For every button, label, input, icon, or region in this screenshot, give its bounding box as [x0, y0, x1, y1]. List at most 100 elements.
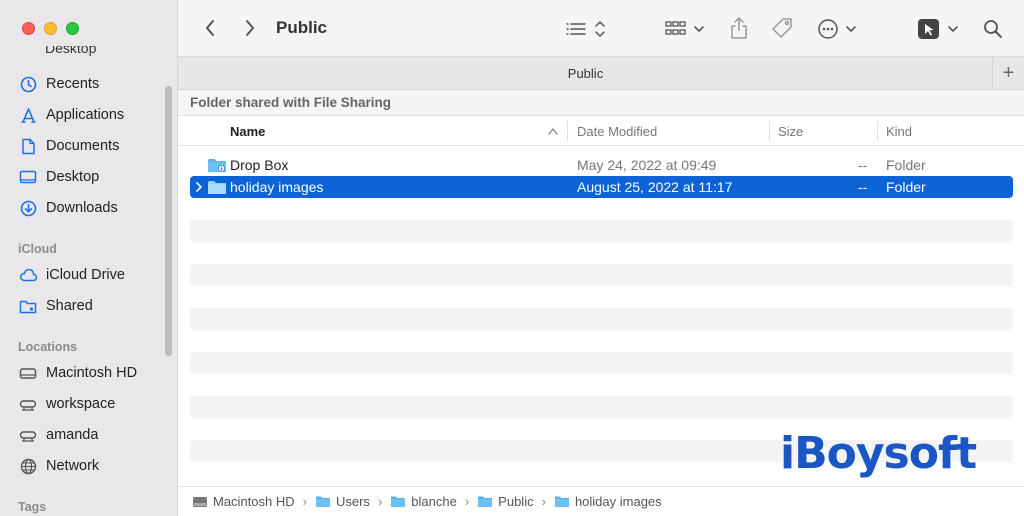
sidebar-item-label: Documents [46, 138, 120, 154]
close-window-button[interactable] [22, 22, 35, 35]
folder-icon [554, 496, 569, 507]
column-header-size[interactable]: Size [778, 124, 803, 139]
desktop-icon [18, 167, 38, 187]
sidebar-item-label: amanda [46, 427, 99, 443]
folder-icon [208, 181, 226, 194]
forward-button[interactable] [238, 16, 262, 40]
sidebar-item-macintosh-hd[interactable]: Macintosh HD [18, 360, 168, 386]
new-tab-button[interactable]: + [992, 57, 1024, 90]
breadcrumb-label: Users [335, 494, 370, 509]
sidebar-item-shared[interactable]: Shared [18, 293, 168, 319]
file-size: -- [858, 179, 868, 195]
table-row[interactable]: Drop Box May 24, 2022 at 09:49 -- Folder [190, 154, 1013, 176]
sidebar-item-label: Downloads [46, 200, 118, 216]
list-view-icon [566, 20, 605, 38]
tab-public[interactable]: Public [178, 66, 993, 81]
ellipsis-circle-icon [818, 19, 856, 39]
empty-row-stripe [190, 264, 1013, 286]
breadcrumb-separator-icon: › [464, 494, 470, 509]
breadcrumb-macintosh-hd[interactable]: Macintosh HD [192, 494, 295, 509]
breadcrumb-separator-icon: › [541, 494, 546, 509]
search-icon [984, 20, 1002, 38]
breadcrumb-users[interactable]: Users [315, 494, 370, 509]
folder-icon [391, 496, 406, 507]
disk-icon [18, 363, 38, 383]
column-divider[interactable] [567, 121, 568, 141]
sidebar-item-desktop[interactable]: Desktop [18, 164, 168, 190]
sidebar-item-label: Network [46, 458, 100, 474]
column-header-date-modified[interactable]: Date Modified [577, 124, 657, 139]
file-kind: Folder [886, 157, 926, 173]
sidebar-item-label: iCloud Drive [46, 267, 125, 283]
view-options-button[interactable] [564, 16, 610, 42]
pointer-box-icon [918, 19, 958, 39]
file-date-modified: August 25, 2022 at 11:17 [577, 179, 733, 195]
disclosure-triangle-icon[interactable] [195, 182, 203, 192]
breadcrumb-blanche[interactable]: blanche [390, 494, 457, 509]
column-header-name[interactable]: Name [230, 124, 265, 139]
sidebar-item-workspace[interactable]: workspace [18, 391, 168, 417]
breadcrumb-holiday-images[interactable]: holiday images [554, 494, 662, 509]
file-size: -- [858, 157, 868, 173]
minimize-window-button[interactable] [44, 22, 57, 35]
tag-button[interactable] [768, 14, 796, 42]
share-icon [731, 17, 747, 39]
column-header-kind[interactable]: Kind [886, 124, 912, 139]
clock-icon [18, 74, 38, 94]
path-bar: Macintosh HD › Users › blanche › Public … [178, 486, 1024, 516]
folder-icon [478, 496, 493, 507]
share-button[interactable] [726, 14, 752, 42]
folder-icon [315, 496, 330, 507]
chevron-left-icon [206, 20, 214, 36]
sidebar-item-label: workspace [46, 396, 116, 412]
breadcrumb-separator-icon: › [377, 494, 383, 509]
network-drive-icon [18, 394, 38, 414]
window-title: Public [276, 18, 328, 37]
sidebar-item-partial[interactable]: Desktop [45, 46, 105, 56]
table-row-selected[interactable]: holiday images August 25, 2022 at 11:17 … [190, 176, 1013, 198]
sidebar-section-locations: Locations [18, 340, 78, 354]
empty-row-stripe [190, 396, 1013, 418]
file-name: Drop Box [230, 157, 289, 173]
column-divider[interactable] [769, 121, 770, 141]
shared-folder-icon [18, 296, 38, 316]
tag-icon [772, 18, 792, 38]
sidebar-item-recents[interactable]: Recents [18, 71, 168, 97]
sidebar-section-icloud: iCloud [18, 242, 57, 256]
drop-box-folder-icon [208, 159, 226, 173]
more-actions-button[interactable] [816, 16, 860, 42]
back-button[interactable] [198, 16, 222, 40]
breadcrumb-label: holiday images [574, 494, 662, 509]
sidebar-item-documents[interactable]: Documents [18, 133, 168, 159]
sort-ascending-icon [548, 127, 558, 135]
sidebar-item-amanda[interactable]: amanda [18, 422, 168, 448]
breadcrumb-label: blanche [411, 494, 457, 509]
search-button[interactable] [980, 16, 1006, 42]
column-divider[interactable] [877, 121, 878, 141]
sidebar-item-label: Recents [46, 76, 100, 92]
empty-row-stripe [190, 308, 1013, 330]
applications-icon [18, 105, 38, 125]
file-kind: Folder [886, 179, 926, 195]
sidebar-item-applications[interactable]: Applications [18, 102, 168, 128]
disk-icon [193, 496, 207, 507]
empty-row-stripe [190, 220, 1013, 242]
sharing-banner: Folder shared with File Sharing [178, 90, 1024, 116]
sidebar-item-network[interactable]: Network [18, 453, 168, 479]
breadcrumb-label: Public [498, 494, 534, 509]
sidebar-item-downloads[interactable]: Downloads [18, 195, 168, 221]
breadcrumb-public[interactable]: Public [477, 494, 534, 509]
sidebar-scrollbar[interactable] [165, 86, 172, 356]
zoom-window-button[interactable] [66, 22, 79, 35]
globe-icon [18, 456, 38, 476]
sidebar-item-label: Macintosh HD [46, 365, 138, 381]
window-controls [22, 22, 79, 35]
network-drive-icon [18, 425, 38, 445]
quick-action-button[interactable] [916, 16, 962, 42]
group-button[interactable] [664, 16, 708, 42]
breadcrumb-separator-icon: › [302, 494, 307, 509]
file-date-modified: May 24, 2022 at 09:49 [577, 157, 717, 173]
file-name: holiday images [230, 179, 324, 195]
chevron-right-icon [246, 20, 254, 36]
sidebar-item-icloud-drive[interactable]: iCloud Drive [18, 262, 168, 288]
